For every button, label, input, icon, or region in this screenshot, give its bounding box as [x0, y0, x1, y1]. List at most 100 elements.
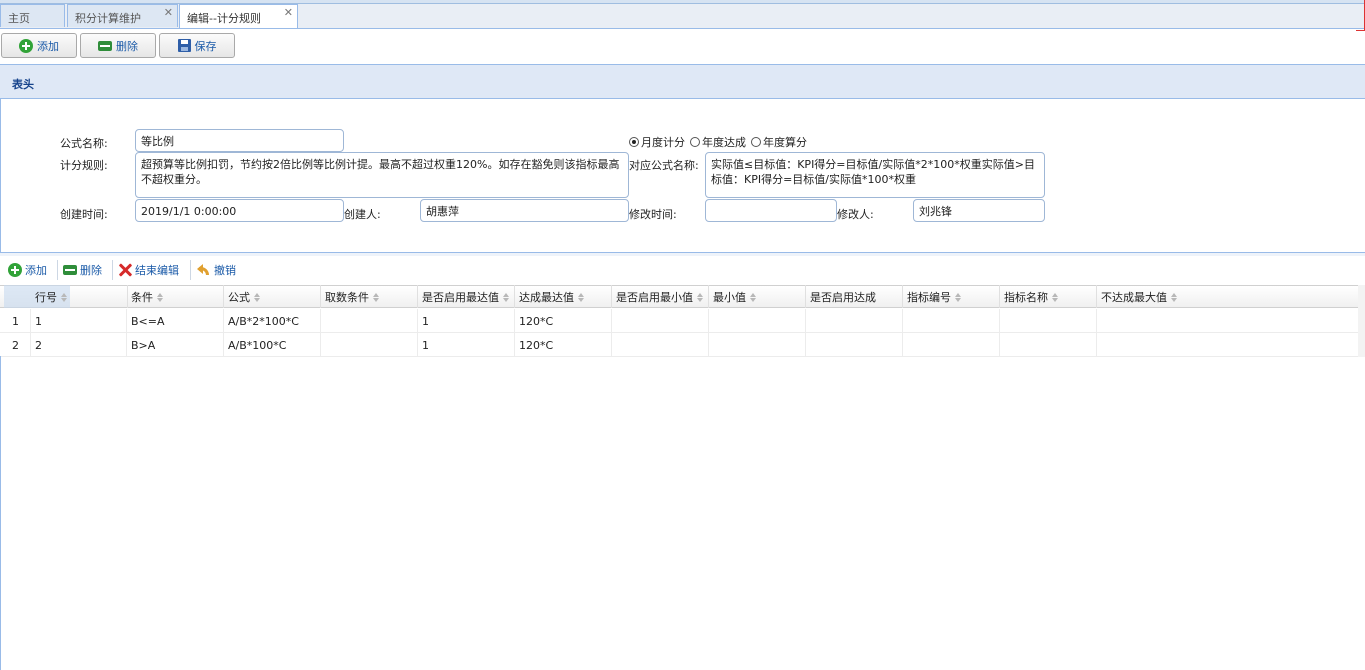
column-header[interactable]: 达成最达值: [515, 285, 612, 308]
sort-icon: [1171, 293, 1178, 302]
radio-annual-reach-label: 年度达成: [702, 136, 746, 149]
toolbar-separator: [112, 260, 113, 280]
table-cell[interactable]: [1000, 309, 1097, 333]
table-cell[interactable]: A/B*2*100*C: [224, 309, 321, 333]
formula-name-field[interactable]: 等比例: [135, 129, 344, 152]
table-cell[interactable]: 1: [31, 309, 127, 333]
close-icon[interactable]: ✕: [164, 6, 173, 19]
save-button-label: 保存: [194, 39, 217, 53]
modifier-field[interactable]: 刘兆锋: [913, 199, 1045, 222]
close-icon[interactable]: ✕: [284, 6, 293, 19]
grid-add-button[interactable]: 添加: [8, 262, 47, 278]
add-button-label: 添加: [37, 39, 59, 53]
delete-button[interactable]: 删除: [80, 33, 156, 58]
column-header[interactable]: 指标名称: [1000, 285, 1097, 308]
radio-monthly-label: 月度计分: [641, 136, 685, 149]
toolbar-separator: [57, 260, 58, 280]
table-cell[interactable]: [709, 333, 806, 357]
column-header[interactable]: 是否启用达成: [806, 285, 903, 308]
column-header[interactable]: 条件: [127, 285, 224, 308]
column-header[interactable]: 公式: [224, 285, 321, 308]
table-cell[interactable]: [321, 309, 418, 333]
save-icon: [177, 39, 191, 52]
table-cell[interactable]: A/B*100*C: [224, 333, 321, 357]
save-button[interactable]: 保存: [159, 33, 235, 58]
table-cell[interactable]: [709, 309, 806, 333]
corr-formula-textarea[interactable]: 实际值≤目标值：KPI得分=目标值/实际值*2*100*权重实际值>目标值：KP…: [705, 152, 1045, 198]
table-cell[interactable]: [903, 309, 1000, 333]
tab-label: 编辑--计分规则: [187, 12, 261, 25]
panel-header: [0, 64, 1365, 99]
table-cell[interactable]: 1: [418, 309, 515, 333]
table-cell[interactable]: [612, 309, 709, 333]
score-type-radio-group: 月度计分 年度达成 年度算分: [629, 134, 807, 150]
table-cell[interactable]: [806, 309, 903, 333]
column-header[interactable]: 行号: [31, 285, 128, 308]
undo-icon: [197, 264, 211, 276]
panel-title: 表头: [12, 78, 34, 91]
table-cell[interactable]: 120*C: [515, 333, 612, 357]
close-icon: [118, 263, 132, 277]
sort-icon: [157, 293, 164, 302]
radio-annual-calc-label: 年度算分: [763, 136, 807, 149]
rule-textarea[interactable]: 超预算等比例扣罚，节约按2倍比例等比例计提。最高不超过权重120%。如存在豁免则…: [135, 152, 629, 198]
table-cell[interactable]: 120*C: [515, 309, 612, 333]
column-header[interactable]: 指标编号: [903, 285, 1000, 308]
sort-icon: [955, 293, 962, 302]
sort-icon: [61, 293, 68, 302]
modifier-label: 修改人:: [837, 208, 874, 221]
row-number: 2: [8, 333, 31, 357]
creator-field[interactable]: 胡惠萍: [420, 199, 629, 222]
minus-icon: [63, 265, 77, 275]
add-button[interactable]: 添加: [1, 33, 77, 58]
table-cell[interactable]: [806, 333, 903, 357]
end-edit-button[interactable]: 结束编辑: [118, 262, 179, 278]
column-header[interactable]: 是否启用最达值: [418, 285, 515, 308]
tab-edit-rule[interactable]: 编辑--计分规则 ✕: [179, 4, 298, 28]
radio-annual-calc[interactable]: [751, 137, 761, 147]
sort-icon: [697, 293, 704, 302]
create-time-field[interactable]: 2019/1/1 0:00:00: [135, 199, 344, 222]
sort-icon: [578, 293, 585, 302]
table-cell[interactable]: 2: [31, 333, 127, 357]
column-header[interactable]: 不达成最大值: [1097, 285, 1358, 308]
column-header[interactable]: 是否启用最小值: [612, 285, 709, 308]
table-cell[interactable]: 1: [418, 333, 515, 357]
delete-button-label: 删除: [116, 39, 138, 53]
table-cell[interactable]: [1097, 333, 1358, 357]
tab-label: 主页: [8, 12, 30, 25]
tab-home[interactable]: 主页: [0, 4, 65, 27]
sort-icon: [503, 293, 510, 302]
grid-add-label: 添加: [25, 264, 47, 277]
table-cell[interactable]: [903, 333, 1000, 357]
tab-score-calc[interactable]: 积分计算维护 ✕: [67, 4, 178, 27]
add-icon: [8, 263, 22, 277]
table-cell[interactable]: [1000, 333, 1097, 357]
grid-separator: [0, 252, 1365, 256]
window-corner-marker: [1356, 0, 1365, 31]
column-header[interactable]: 取数条件: [321, 285, 418, 308]
table-cell[interactable]: B<=A: [127, 309, 224, 333]
table-cell[interactable]: B>A: [127, 333, 224, 357]
formula-name-label: 公式名称:: [60, 137, 108, 150]
minus-icon: [98, 40, 112, 51]
radio-monthly[interactable]: [629, 137, 639, 147]
undo-button[interactable]: 撤销: [197, 262, 236, 278]
end-edit-label: 结束编辑: [135, 264, 179, 277]
table-cell[interactable]: [1097, 309, 1358, 333]
table-cell[interactable]: [321, 333, 418, 357]
creator-label: 创建人:: [344, 208, 381, 221]
tab-label: 积分计算维护: [75, 12, 141, 25]
sort-icon: [373, 293, 380, 302]
sort-icon: [750, 293, 757, 302]
grid-scrollbar-gutter: [1358, 285, 1365, 357]
radio-annual-reach[interactable]: [690, 137, 700, 147]
column-header[interactable]: 最小值: [709, 285, 806, 308]
add-icon: [19, 38, 33, 53]
modify-time-field[interactable]: [705, 199, 837, 222]
create-time-label: 创建时间:: [60, 208, 108, 221]
modify-time-label: 修改时间:: [629, 208, 677, 221]
table-cell[interactable]: [612, 333, 709, 357]
grid-delete-button[interactable]: 删除: [63, 262, 102, 278]
sort-icon: [1052, 293, 1059, 302]
